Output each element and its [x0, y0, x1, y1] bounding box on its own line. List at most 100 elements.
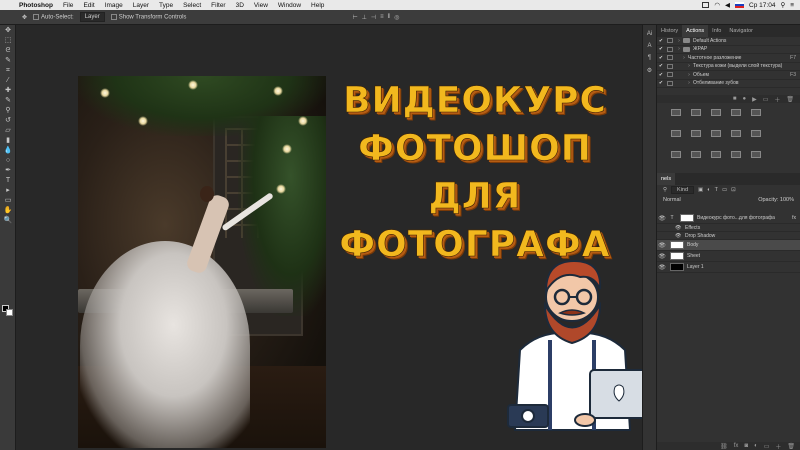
action-dialog-toggle[interactable] — [667, 46, 673, 52]
filter-smart-icon[interactable]: ⊡ — [731, 187, 736, 193]
properties-panel-icon[interactable]: ⚙ — [643, 67, 656, 74]
layer-row[interactable]: 👁 T Видеокурс фото...для фотографа fx — [657, 213, 800, 224]
visibility-eye-icon[interactable]: 👁 — [657, 264, 667, 271]
action-row[interactable]: ✔ › Объем F3 — [657, 71, 800, 80]
align-right-icon[interactable]: ⊣ — [371, 14, 376, 21]
mask-icon[interactable]: ◙ — [744, 443, 748, 449]
3d-mode-icon[interactable]: ◎ — [394, 14, 399, 21]
distribute-h-icon[interactable]: ⫴ — [388, 14, 391, 21]
action-enabled-check-icon[interactable]: ✔ — [657, 55, 665, 61]
delete-action-icon[interactable]: 🗑 — [786, 96, 794, 103]
adjustment-threshold-icon[interactable] — [711, 151, 721, 158]
menu-type[interactable]: Type — [154, 2, 178, 9]
opacity-field[interactable]: Opacity: 100% — [758, 197, 794, 203]
marquee-icon[interactable]: ⬚ — [2, 36, 14, 45]
action-dialog-toggle[interactable] — [667, 80, 673, 86]
tab-actions[interactable]: Actions — [682, 25, 709, 37]
adjustment-levels-icon[interactable] — [691, 109, 701, 116]
action-enabled-check-icon[interactable]: ✔ — [657, 80, 665, 86]
adjustment-bw-icon[interactable] — [711, 130, 721, 137]
action-dialog-toggle[interactable] — [667, 63, 673, 69]
path-select-icon[interactable]: ▸ — [2, 186, 14, 195]
type-icon[interactable]: T — [2, 176, 14, 185]
action-row[interactable]: ✔ › ЖРАР — [657, 46, 800, 54]
action-row[interactable]: ✔ › Частотное разложение F7 — [657, 54, 800, 63]
action-enabled-check-icon[interactable]: ✔ — [657, 38, 665, 44]
delete-layer-icon[interactable]: 🗑 — [787, 443, 795, 450]
menu-image[interactable]: Image — [100, 2, 128, 9]
record-icon[interactable]: ● — [742, 96, 746, 102]
eyedropper-icon[interactable]: ⁄ — [2, 76, 14, 85]
menu-3d[interactable]: 3D — [231, 2, 249, 9]
adjustment-hue-icon[interactable] — [671, 130, 681, 137]
adjustment-exposure-icon[interactable] — [731, 109, 741, 116]
action-row[interactable]: ✔ › Текстура кожи (выдели слой текстура) — [657, 63, 800, 71]
action-dialog-toggle[interactable] — [667, 55, 673, 61]
expand-arrow-icon[interactable]: › — [685, 80, 693, 86]
history-brush-icon[interactable]: ↺ — [2, 116, 14, 125]
filter-kind-dropdown[interactable]: Kind — [671, 186, 695, 194]
layer-effect-row[interactable]: 👁 Effects — [657, 224, 800, 232]
tab-layers[interactable]: nels — [657, 173, 676, 185]
search-icon[interactable]: ⚲ — [780, 1, 785, 9]
group-icon[interactable]: ▭ — [764, 443, 770, 450]
tab-navigator[interactable]: Navigator — [725, 25, 757, 37]
paragraph-panel-icon[interactable]: ¶ — [643, 55, 656, 61]
menu-edit[interactable]: Edit — [78, 2, 99, 9]
quick-select-icon[interactable]: ✎ — [2, 56, 14, 65]
shape-icon[interactable]: ▭ — [2, 196, 14, 205]
clock[interactable]: Ср 17:04 — [749, 2, 775, 9]
filter-pixel-icon[interactable]: ▣ — [698, 187, 703, 193]
layer-row[interactable]: 👁 Sheet — [657, 251, 800, 262]
brush-icon[interactable]: ✎ — [2, 96, 14, 105]
link-icon[interactable]: ⛓ — [720, 443, 728, 450]
adjustment-gradient-map-icon[interactable] — [731, 151, 741, 158]
menu-layer[interactable]: Layer — [128, 2, 154, 9]
blur-icon[interactable]: 💧 — [2, 146, 14, 155]
adjustment-brightness-icon[interactable] — [671, 109, 681, 116]
expand-arrow-icon[interactable]: › — [685, 72, 693, 78]
filter-adjust-icon[interactable]: ◐ — [707, 187, 710, 193]
effect-eye-icon[interactable]: 👁 — [675, 225, 685, 231]
adjustment-invert-icon[interactable] — [671, 151, 681, 158]
new-action-icon[interactable]: ＋ — [774, 95, 780, 104]
gradient-icon[interactable]: ▮ — [2, 136, 14, 145]
action-dialog-toggle[interactable] — [667, 72, 673, 78]
adjustment-icon[interactable]: ◐ — [754, 443, 758, 449]
crop-icon[interactable]: ⌗ — [2, 66, 14, 75]
adjustment-curves-icon[interactable] — [711, 109, 721, 116]
auto-select-dropdown[interactable]: Layer — [79, 12, 105, 22]
blend-mode-dropdown[interactable]: Normal — [663, 197, 681, 203]
visibility-eye-icon[interactable]: 👁 — [657, 215, 667, 222]
visibility-eye-icon[interactable]: 👁 — [657, 242, 667, 249]
menu-app[interactable]: Photoshop — [14, 2, 58, 9]
expand-arrow-icon[interactable]: › — [685, 63, 693, 69]
layer-row[interactable]: 👁 Layer 1 — [657, 262, 800, 273]
stamp-icon[interactable]: ⚲ — [2, 106, 14, 115]
menu-view[interactable]: View — [249, 2, 273, 9]
lasso-icon[interactable]: ᘓ — [2, 46, 14, 55]
display-icon[interactable] — [702, 2, 710, 8]
layer-row[interactable]: 👁 Body — [657, 240, 800, 251]
adjustment-selective-icon[interactable] — [751, 151, 761, 158]
expand-arrow-icon[interactable]: › — [675, 46, 683, 52]
volume-icon[interactable]: ◀ — [725, 1, 730, 9]
expand-arrow-icon[interactable]: › — [680, 55, 688, 61]
flag-ru-icon[interactable] — [735, 2, 745, 8]
menu-list-icon[interactable]: ≡ — [790, 2, 794, 9]
filter-type-icon[interactable]: T — [715, 187, 718, 193]
auto-select-toggle[interactable]: Auto-Select: — [33, 13, 74, 20]
align-center-icon[interactable]: ⊥ — [362, 14, 367, 21]
filter-shape-icon[interactable]: ▭ — [722, 187, 727, 193]
action-row[interactable]: ✔ › Отбеливание зубов — [657, 80, 800, 88]
adjustment-vibrance-icon[interactable] — [751, 109, 761, 116]
character-panel-icon[interactable]: Ai — [643, 31, 656, 37]
layer-effect-row[interactable]: 👁 Drop Shadow — [657, 232, 800, 240]
adjustment-photo-filter-icon[interactable] — [731, 130, 741, 137]
wifi-icon[interactable]: ◠ — [714, 1, 720, 9]
menu-filter[interactable]: Filter — [206, 2, 230, 9]
visibility-eye-icon[interactable]: 👁 — [657, 253, 667, 260]
stop-icon[interactable]: ■ — [733, 96, 737, 102]
fx-icon[interactable]: fx — [734, 443, 739, 449]
eraser-icon[interactable]: ▱ — [2, 126, 14, 135]
